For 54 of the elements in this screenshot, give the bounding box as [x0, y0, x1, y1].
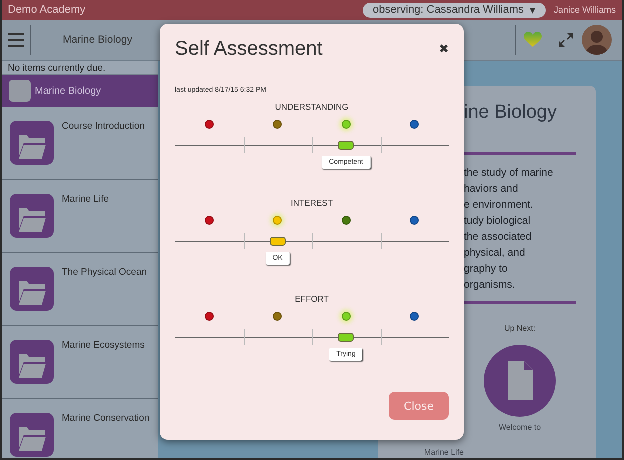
- rating-dot[interactable]: [273, 216, 282, 225]
- description-line: organisms.: [464, 278, 516, 293]
- next-title: Welcome to: [498, 423, 542, 432]
- dialog-title: Self Assessment: [175, 38, 323, 61]
- rating-dot[interactable]: [273, 312, 282, 321]
- rating-dot[interactable]: [204, 312, 214, 321]
- rating-dot[interactable]: [410, 216, 420, 225]
- course-thumbnail: [9, 80, 31, 102]
- menu-icon[interactable]: [8, 33, 24, 47]
- rating-dot[interactable]: [342, 216, 351, 225]
- module-item[interactable]: Marine Life: [2, 180, 158, 253]
- rating-dot[interactable]: [410, 312, 420, 321]
- section-label: EFFORT: [294, 294, 330, 304]
- previous-title: Marine Life: [424, 448, 464, 457]
- description-line: tudy biological: [464, 214, 532, 229]
- rating-dot[interactable]: [204, 216, 214, 225]
- description-line: physical, and: [464, 246, 526, 261]
- rating-dot[interactable]: [342, 312, 351, 321]
- description-line: the study of marine: [464, 166, 554, 181]
- folder-icon: [10, 194, 54, 238]
- course-title: Marine Biology: [63, 34, 134, 46]
- slider-thumb[interactable]: [270, 237, 286, 246]
- module-item[interactable]: The Physical Ocean: [2, 253, 158, 326]
- slider-thumb[interactable]: [338, 141, 354, 150]
- rating-slider[interactable]: [175, 233, 449, 249]
- document-icon[interactable]: [484, 345, 556, 417]
- expand-icon[interactable]: [558, 32, 574, 48]
- section-label: UNDERSTANDING: [274, 102, 350, 112]
- app-title: Demo Academy: [8, 4, 87, 16]
- description-line: the associated: [464, 230, 533, 245]
- module-item[interactable]: Marine Ecosystems: [2, 326, 158, 399]
- rating-dot[interactable]: [342, 120, 351, 129]
- observing-dropdown[interactable]: observing: Cassandra Williams ▾: [362, 2, 546, 18]
- rating-dot[interactable]: [410, 120, 420, 129]
- course-header[interactable]: Marine Biology: [2, 75, 158, 107]
- module-item[interactable]: Marine Conservation: [2, 399, 158, 458]
- rating-slider[interactable]: [175, 137, 449, 153]
- user-name: Janice Williams: [554, 5, 616, 15]
- description-line: graphy to: [464, 262, 509, 277]
- module-item[interactable]: Course Introduction: [2, 107, 158, 180]
- user-avatar[interactable]: [582, 25, 612, 55]
- folder-icon: [10, 340, 54, 384]
- folder-icon: [10, 121, 54, 165]
- up-next-label: Up Next:: [503, 324, 537, 333]
- course-heading: ine Biology: [464, 102, 558, 124]
- description-line: haviors and: [464, 182, 520, 197]
- folder-icon: [10, 267, 54, 311]
- rating-dot[interactable]: [273, 120, 282, 129]
- section-label: INTEREST: [290, 198, 334, 208]
- slider-thumb[interactable]: [338, 333, 354, 342]
- notice-text: No items currently due.: [2, 61, 158, 75]
- rating-slider[interactable]: [175, 329, 449, 345]
- description-line: e environment.: [464, 198, 534, 213]
- rating-dot[interactable]: [204, 120, 214, 129]
